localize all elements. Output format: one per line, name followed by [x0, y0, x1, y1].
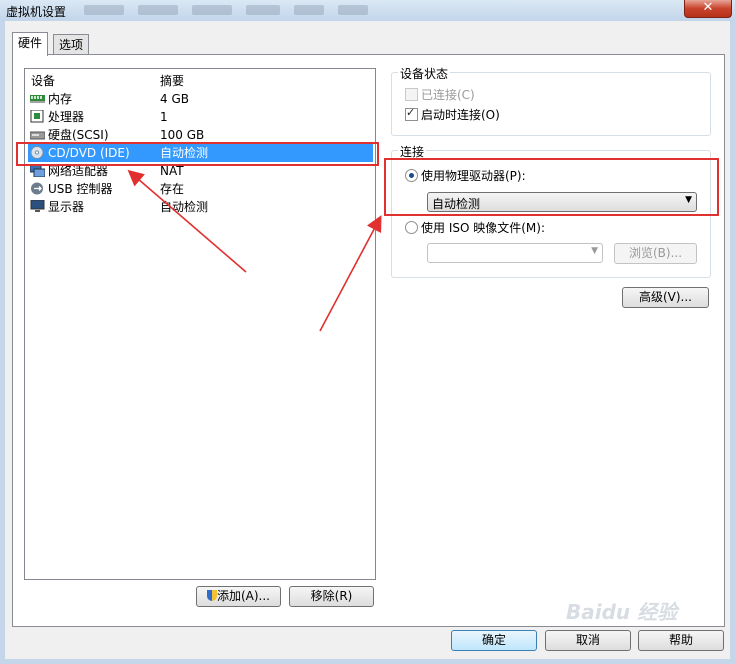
- connected-label: 已连接(C): [421, 88, 475, 102]
- add-button[interactable]: 添加(A)...: [196, 586, 281, 607]
- device-name: 处理器: [48, 110, 85, 124]
- hardware-panel: 设备 摘要 内存 4 GB 处理器 1 硬盘(SCSI) 100 GB CD/D: [12, 54, 725, 627]
- annotation-box-physical-drive: [384, 158, 719, 216]
- chevron-down-icon: ▼: [591, 246, 598, 256]
- background-toolbar: [84, 4, 414, 18]
- device-status-group: 设备状态 已连接(C) 启动时连接(O): [391, 65, 711, 136]
- iso-image-label: 使用 ISO 映像文件(M):: [421, 221, 545, 235]
- iso-path-combo[interactable]: ▼: [427, 243, 603, 263]
- processor-icon: [30, 110, 44, 123]
- column-header-summary[interactable]: 摘要: [160, 72, 184, 90]
- device-row-usb[interactable]: USB 控制器 存在: [28, 180, 373, 198]
- annotation-box-device: [16, 142, 379, 166]
- connect-on-power-label: 启动时连接(O): [421, 108, 500, 122]
- dialog-client-area: 硬件 选项 设备 摘要 内存 4 GB 处理器 1 硬盘(SCSI) 100 G: [5, 21, 730, 659]
- device-row-processor[interactable]: 处理器 1: [28, 108, 373, 126]
- browse-button[interactable]: 浏览(B)...: [614, 243, 697, 264]
- connect-on-power-checkbox[interactable]: [405, 106, 418, 121]
- device-row-display[interactable]: 显示器 自动检测: [28, 198, 373, 216]
- display-icon: [30, 200, 45, 212]
- connected-checkbox[interactable]: [405, 88, 418, 101]
- cancel-button[interactable]: 取消: [545, 630, 631, 651]
- column-header-device[interactable]: 设备: [31, 72, 55, 90]
- device-summary: 4 GB: [160, 92, 189, 106]
- shield-icon: [206, 590, 217, 601]
- remove-button[interactable]: 移除(R): [289, 586, 374, 607]
- hard-disk-icon: [30, 131, 45, 140]
- memory-icon: [30, 95, 45, 103]
- watermark-logo: Baidu 经验: [566, 600, 678, 624]
- device-summary: 1: [160, 110, 168, 124]
- device-name: 内存: [48, 92, 73, 106]
- window-title: 虚拟机设置: [6, 5, 67, 19]
- add-button-label: 添加(A)...: [216, 589, 271, 603]
- tab-hardware[interactable]: 硬件: [12, 32, 49, 56]
- title-bar: 虚拟机设置 ✕: [0, 0, 735, 21]
- advanced-button[interactable]: 高级(V)...: [622, 287, 709, 308]
- help-button[interactable]: 帮助: [638, 630, 724, 651]
- device-status-title: 设备状态: [398, 65, 451, 82]
- iso-image-radio[interactable]: [405, 221, 418, 234]
- device-row-memory[interactable]: 内存 4 GB: [28, 90, 373, 108]
- device-list-header: 设备 摘要: [28, 72, 373, 90]
- device-summary: 存在: [160, 182, 185, 196]
- device-name: 显示器: [48, 200, 85, 214]
- ok-button[interactable]: 确定: [451, 630, 537, 651]
- device-summary: 自动检测: [160, 200, 209, 214]
- close-button[interactable]: ✕: [684, 0, 732, 18]
- usb-icon: [31, 182, 43, 195]
- tab-options[interactable]: 选项: [53, 34, 90, 55]
- device-name: USB 控制器: [48, 182, 113, 196]
